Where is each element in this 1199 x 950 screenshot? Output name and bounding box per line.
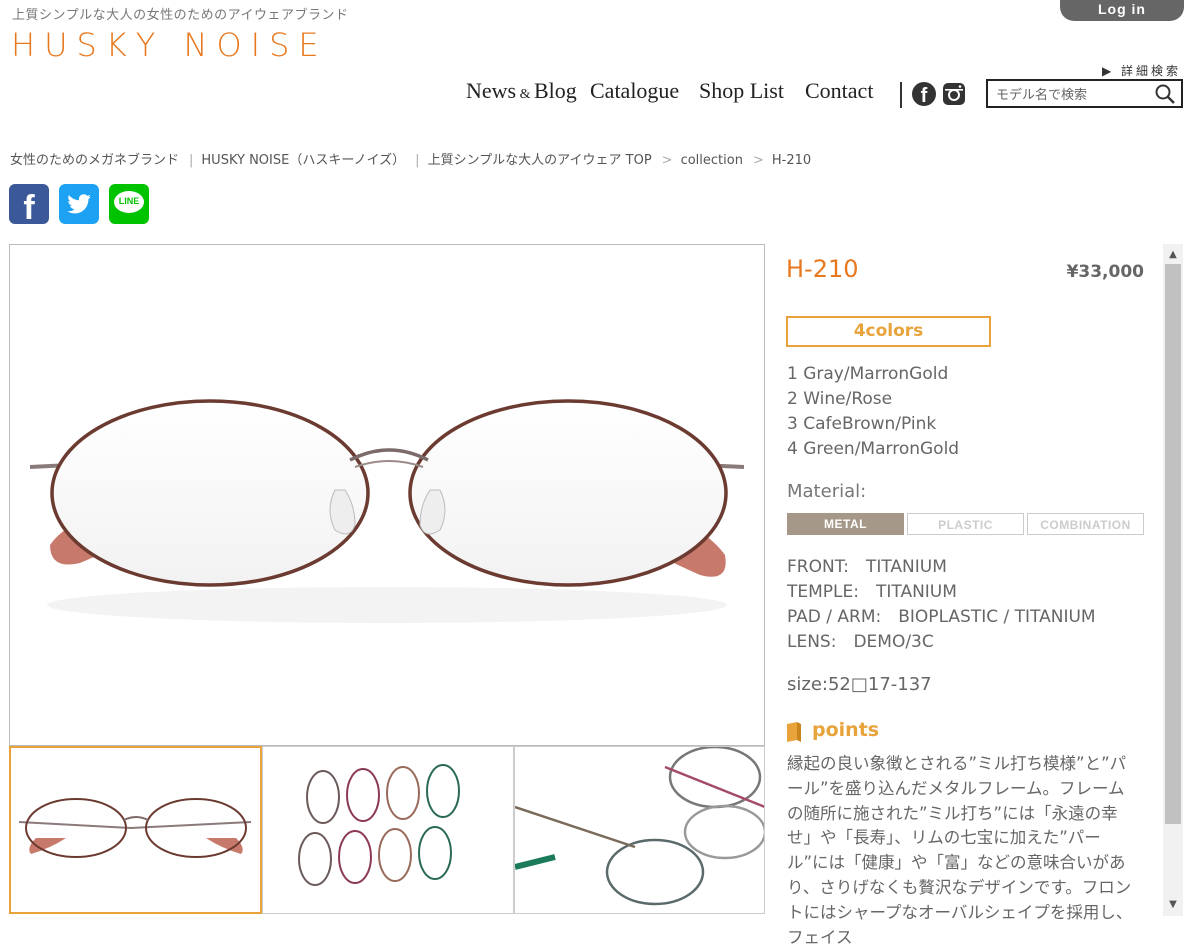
- breadcrumb-husky[interactable]: HUSKY NOISE（ハスキーノイズ）: [201, 153, 405, 168]
- product-main-image[interactable]: [9, 244, 765, 746]
- breadcrumb-brand[interactable]: 女性のためのメガネブランド: [10, 153, 179, 168]
- scroll-down-icon[interactable]: ▼: [1163, 896, 1183, 914]
- search-box: [986, 79, 1183, 108]
- nav-blog-label: Blog: [534, 78, 577, 103]
- brand-logo[interactable]: HUSKY NOISE: [11, 26, 328, 64]
- spec-list: FRONT: TITANIUM TEMPLE: TITANIUM PAD / A…: [787, 555, 1096, 655]
- color-list: 1 Gray/MarronGold 2 Wine/Rose 3 CafeBrow…: [787, 362, 959, 462]
- thumbnail-2[interactable]: [262, 746, 514, 914]
- search-input[interactable]: [994, 84, 1158, 106]
- nav-news-blog[interactable]: News & Blog: [466, 78, 577, 104]
- color-item: 3 CafeBrown/Pink: [787, 414, 937, 434]
- spec-temple: TEMPLE: TITANIUM: [787, 582, 957, 602]
- nav-contact[interactable]: Contact: [805, 78, 873, 104]
- thumbnail-glasses-front: [18, 798, 252, 858]
- facebook-share-button[interactable]: f: [9, 184, 49, 227]
- facebook-icon[interactable]: f: [912, 82, 936, 107]
- thumbnail-glasses-detail: [515, 747, 764, 906]
- product-description: 縁起の良い象徴とされる”ミル打ち模様”と”パール”を盛り込んだメタルフレーム。フ…: [787, 754, 1133, 947]
- color-item: 2 Wine/Rose: [787, 389, 893, 409]
- product-model: H-210: [786, 255, 859, 283]
- breadcrumb-arrow: >: [661, 153, 673, 168]
- nav-catalogue[interactable]: Catalogue: [590, 78, 679, 104]
- breadcrumb-divider: |: [189, 153, 194, 168]
- breadcrumb: 女性のためのメガネブランド | HUSKY NOISE（ハスキーノイズ） | 上質シンプ…: [10, 149, 817, 168]
- login-button[interactable]: Log in: [1060, 0, 1184, 21]
- breadcrumb-divider: |: [415, 153, 420, 168]
- search-icon[interactable]: [1155, 84, 1175, 104]
- brand-tagline: 上質シンプルな大人の女性のためのアイウェアブランド: [12, 8, 349, 23]
- nav-divider: [900, 82, 902, 108]
- thumbnail-1[interactable]: [9, 746, 262, 914]
- breadcrumb-arrow: >: [752, 153, 764, 168]
- breadcrumb-top[interactable]: 上質シンプルな大人のアイウェア TOP: [428, 153, 652, 168]
- twitter-share-button[interactable]: [59, 184, 99, 224]
- material-metal: METAL: [787, 513, 904, 535]
- material-label: Material:: [787, 481, 867, 502]
- line-label: LINE: [118, 196, 140, 206]
- color-item: 4 Green/MarronGold: [787, 439, 960, 459]
- spec-lens: LENS: DEMO/3C: [787, 632, 934, 652]
- nav-shop-list[interactable]: Shop List: [699, 78, 784, 104]
- breadcrumb-collection[interactable]: collection: [681, 153, 743, 168]
- advanced-search-link[interactable]: ▶ 詳細検索: [1102, 62, 1181, 79]
- points-heading: points: [812, 719, 880, 741]
- colors-badge: 4colors: [786, 316, 991, 347]
- scrollbar-thumb[interactable]: [1165, 264, 1181, 824]
- product-size: size:52□17-137: [787, 674, 932, 695]
- material-plastic: PLASTIC: [907, 513, 1024, 535]
- product-price: ¥33,000: [1066, 262, 1144, 282]
- spec-front: FRONT: TITANIUM: [787, 557, 947, 577]
- instagram-icon[interactable]: [942, 82, 966, 106]
- spec-pad-arm: PAD / ARM: BIOPLASTIC / TITANIUM: [787, 607, 1096, 627]
- line-share-button[interactable]: LINE: [109, 184, 149, 224]
- book-icon: [787, 722, 801, 742]
- nav-amp: &: [519, 87, 531, 102]
- nav-news-label: News: [466, 78, 517, 103]
- glasses-illustration: [29, 399, 745, 623]
- color-item: 1 Gray/MarronGold: [787, 364, 949, 384]
- material-combination: COMBINATION: [1027, 513, 1144, 535]
- thumbnail-four-colors: [298, 764, 460, 886]
- thumbnail-3[interactable]: [514, 746, 765, 914]
- facebook-share-icon: f: [23, 189, 35, 227]
- breadcrumb-current: H-210: [771, 153, 812, 168]
- scroll-up-icon[interactable]: ▲: [1163, 246, 1183, 264]
